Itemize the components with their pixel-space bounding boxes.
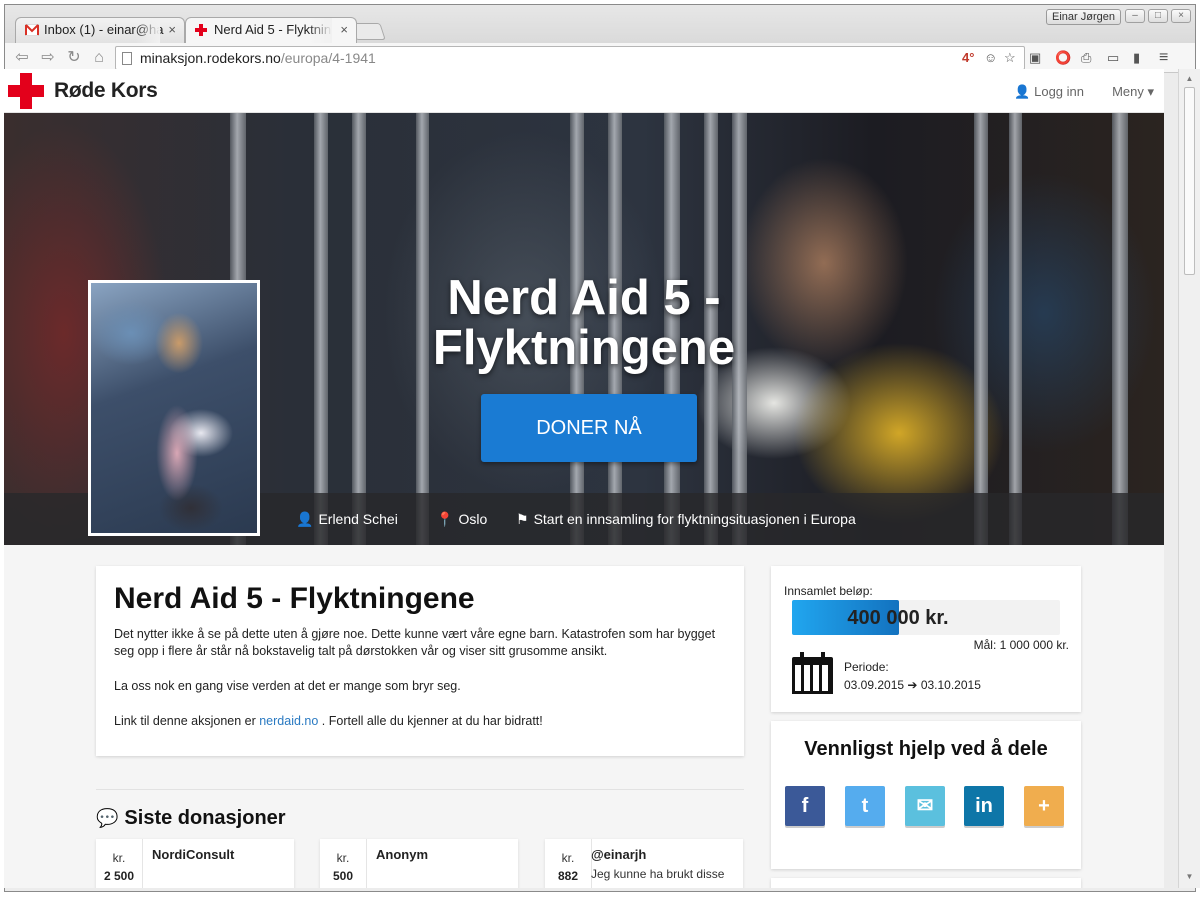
hero-title: Nerd Aid 5 - Flyktningene bbox=[432, 271, 736, 375]
twitter-share-button[interactable]: t bbox=[845, 786, 885, 826]
donation-amount: 500 bbox=[332, 869, 354, 883]
red-cross-icon bbox=[195, 24, 209, 36]
reddit-icon[interactable]: ☺ bbox=[984, 50, 997, 66]
comments-icon: 💬 bbox=[96, 808, 119, 828]
linkedin-share-button[interactable]: in bbox=[964, 786, 1004, 826]
hero-banner: Nerd Aid 5 - Flyktningene DONER NÅ 👤 Erle… bbox=[4, 113, 1164, 545]
scrollbar-thumb[interactable] bbox=[1184, 87, 1195, 275]
bookmark-star-icon[interactable]: ☆ bbox=[1004, 50, 1016, 66]
donation-item: kr. 2 500 NordiConsult bbox=[96, 839, 294, 888]
login-link[interactable]: 👤 Logg inn bbox=[1014, 84, 1084, 100]
start-campaign-link[interactable]: ⚑ Start en innsamling for flyktningsituas… bbox=[516, 511, 856, 528]
donor-name: NordiConsult bbox=[152, 847, 235, 862]
scroll-up-arrow-icon[interactable]: ▲ bbox=[1184, 73, 1195, 84]
facebook-share-button[interactable]: f bbox=[785, 786, 825, 826]
donation-item: kr. 500 Anonym bbox=[320, 839, 518, 888]
email-share-button[interactable]: ✉ bbox=[905, 786, 945, 826]
chrome-menu-icon[interactable]: ≡ bbox=[1159, 50, 1168, 66]
site-header: Røde Kors 👤 Logg inn Meny ▾ bbox=[4, 69, 1164, 113]
scroll-down-arrow-icon[interactable]: ▼ bbox=[1184, 871, 1195, 882]
page-viewport: Røde Kors 👤 Logg inn Meny ▾ Nerd Aid 5 -… bbox=[4, 69, 1164, 888]
minimize-button[interactable]: – bbox=[1125, 9, 1145, 23]
close-tab-icon[interactable]: × bbox=[340, 22, 348, 37]
share-card: Vennligst hjelp ved å dele f t ✉ in + bbox=[771, 721, 1081, 869]
url-host: minaksjon.rodekors.no bbox=[140, 50, 281, 66]
donate-button[interactable]: DONER NÅ bbox=[481, 394, 697, 462]
donation-amount: 2 500 bbox=[103, 869, 135, 883]
story-paragraph: Link til denne aksjonen er nerdaid.no . … bbox=[114, 714, 543, 728]
period-dates: 03.09.2015 ➔ 03.10.2015 bbox=[844, 678, 981, 692]
flag-icon: ⚑ bbox=[516, 511, 529, 527]
extension-icon[interactable]: ▣ bbox=[1029, 50, 1041, 66]
calendar-icon bbox=[792, 652, 833, 694]
tab-inbox[interactable]: Inbox (1) - einar@ha × bbox=[15, 17, 185, 43]
map-pin-icon: 📍 bbox=[436, 511, 454, 527]
period-label: Periode: bbox=[844, 660, 889, 674]
donation-amount: 882 bbox=[557, 869, 579, 883]
gmail-icon bbox=[24, 23, 40, 37]
location-link[interactable]: 📍 Oslo bbox=[436, 511, 487, 528]
logo-text[interactable]: Røde Kors bbox=[54, 79, 158, 103]
story-title: Nerd Aid 5 - Flyktningene bbox=[114, 582, 475, 615]
story-card: Nerd Aid 5 - Flyktningene Det nytter ikk… bbox=[96, 566, 744, 756]
opera-icon[interactable]: ⭕ bbox=[1055, 50, 1071, 66]
forward-arrow-icon[interactable]: ⇨ bbox=[37, 47, 59, 69]
tab-nerd-aid[interactable]: Nerd Aid 5 - Flyktnin × bbox=[185, 17, 357, 43]
vertical-scrollbar[interactable]: ▲ ▼ bbox=[1178, 69, 1200, 888]
back-arrow-icon[interactable]: ⇦ bbox=[11, 47, 33, 69]
story-paragraph: Det nytter ikke å se på dette uten å gjø… bbox=[114, 627, 716, 658]
donor-name: @einarjh bbox=[591, 847, 647, 862]
campaign-profile-photo bbox=[88, 280, 260, 536]
reload-icon[interactable]: ↻ bbox=[63, 47, 85, 69]
page-icon bbox=[122, 52, 132, 65]
user-icon: 👤 bbox=[1014, 84, 1031, 99]
story-paragraph: La oss nok en gang vise verden at det er… bbox=[114, 679, 461, 693]
donation-item: kr. 882 @einarjh Jeg kunne ha brukt diss… bbox=[545, 839, 743, 888]
menu-dropdown[interactable]: Meny ▾ bbox=[1112, 84, 1154, 100]
nerdaid-link[interactable]: nerdaid.no bbox=[259, 714, 318, 728]
goal-text: Mål: 1 000 000 kr. bbox=[973, 638, 1069, 652]
cast-icon[interactable]: ▭ bbox=[1107, 50, 1119, 66]
more-share-button[interactable]: + bbox=[1024, 786, 1064, 826]
printer-icon[interactable]: ⎙ bbox=[1081, 50, 1091, 66]
close-tab-icon[interactable]: × bbox=[168, 22, 176, 37]
home-icon[interactable]: ⌂ bbox=[88, 47, 110, 69]
collected-amount: 400 000 kr. bbox=[847, 607, 949, 629]
close-window-button[interactable]: × bbox=[1171, 9, 1191, 23]
address-bar[interactable]: minaksjon.rodekors.no/europa/4-1941 4° ☺… bbox=[115, 46, 1025, 70]
share-title: Vennligst hjelp ved å dele bbox=[804, 738, 1048, 760]
extension-badge[interactable]: 4° bbox=[962, 50, 974, 66]
user-icon: 👤 bbox=[296, 511, 314, 527]
maximize-button[interactable]: □ bbox=[1148, 9, 1168, 23]
divider bbox=[96, 789, 744, 790]
login-label: Logg inn bbox=[1034, 84, 1084, 99]
donations-title: 💬 Siste donasjoner bbox=[96, 807, 286, 829]
donation-message: Jeg kunne ha brukt disse bbox=[591, 867, 725, 881]
battery-icon[interactable]: ▮ bbox=[1133, 50, 1140, 66]
tab-strip: Inbox (1) - einar@ha × Nerd Aid 5 - Flyk… bbox=[5, 5, 1195, 43]
url-path: /europa/4-1941 bbox=[280, 50, 376, 66]
profile-button[interactable]: Einar Jørgen bbox=[1046, 9, 1121, 25]
progress-bar: 400 000 kr. bbox=[792, 600, 1060, 635]
owner-link[interactable]: 👤 Erlend Schei bbox=[296, 511, 398, 528]
fundraising-stats-card: Innsamlet beløp: 400 000 kr. Mål: 1 000 … bbox=[771, 566, 1081, 712]
sidebar-card bbox=[771, 878, 1081, 888]
arrow-right-icon: ➔ bbox=[907, 678, 918, 692]
donor-name: Anonym bbox=[376, 847, 428, 862]
collected-label: Innsamlet beløp: bbox=[784, 584, 873, 598]
red-cross-logo-icon[interactable] bbox=[8, 73, 44, 109]
